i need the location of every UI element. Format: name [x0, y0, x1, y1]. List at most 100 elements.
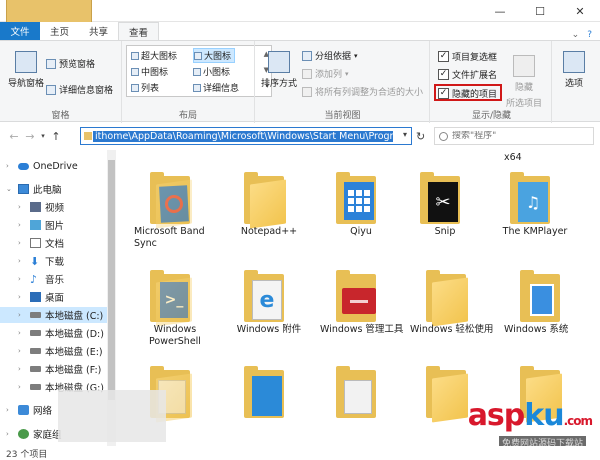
item-count: 23 个项目 [6, 449, 48, 460]
nav-item-music[interactable]: › ♪ 音乐 [18, 271, 64, 287]
address-path[interactable]: ithome\AppData\Roaming\Microsoft\Windows… [93, 130, 393, 142]
size-all-columns-button[interactable]: 将所有列调整为合适的大小 [302, 85, 423, 98]
back-arrow-icon[interactable]: ← [6, 130, 22, 143]
file-extensions-toggle[interactable]: ✓ 文件扩展名 [438, 68, 497, 81]
folder-icon: ✂ [420, 172, 468, 226]
address-bar[interactable]: ithome\AppData\Roaming\Microsoft\Windows… [80, 127, 412, 145]
nav-item-onedrive[interactable]: › OneDrive [6, 158, 78, 174]
item-checkboxes-label: 项目复选框 [452, 53, 498, 63]
layout-large[interactable]: 大图标 [193, 48, 236, 63]
chevron-right-icon[interactable]: › [6, 406, 14, 414]
group-by-button[interactable]: 分组依据 ▾ [302, 49, 358, 62]
title-bar: ▾ 程序 — ☐ ✕ [0, 0, 600, 61]
chevron-right-icon[interactable]: › [18, 221, 26, 229]
folder-item[interactable]: >_ Windows PowerShell [132, 254, 218, 354]
chevron-right-icon[interactable]: › [18, 275, 26, 283]
nav-pane-button[interactable]: 导航窗格 [6, 51, 46, 89]
layout-details[interactable]: 详细信息 [193, 81, 239, 94]
tab-share[interactable]: 共享 [79, 22, 118, 40]
folder-item[interactable]: ♫ The KMPlayer [492, 156, 578, 256]
maximize-button[interactable]: ☐ [520, 0, 560, 22]
chevron-right-icon[interactable]: › [18, 239, 26, 247]
sort-icon [268, 51, 290, 73]
nav-item-drive-c[interactable]: › 本地磁盘 (C:) [0, 307, 107, 323]
nav-item-drive-e[interactable]: › 本地磁盘 (E:) [18, 343, 103, 359]
folder-item[interactable]: Microsoft Band Sync [132, 156, 218, 256]
search-input[interactable] [452, 131, 592, 141]
tab-file[interactable]: 文件 [0, 22, 40, 40]
checkbox-checked-icon: ✓ [438, 51, 449, 62]
layout-medium[interactable]: 中图标 [131, 65, 168, 78]
folder-item[interactable]: Windows 管理工具 [318, 254, 404, 354]
recent-locations-icon[interactable]: ▾ [38, 132, 48, 140]
scrollbar-thumb[interactable] [108, 160, 115, 400]
chevron-down-icon[interactable]: ⌄ [6, 185, 14, 193]
folder-icon [336, 270, 384, 324]
folder-item[interactable] [226, 350, 312, 446]
chevron-right-icon[interactable]: › [6, 162, 14, 170]
folder-name: Snip [434, 226, 456, 237]
folder-item[interactable]: Qiyu [318, 156, 404, 256]
layout-extra-large[interactable]: 超大图标 [131, 49, 177, 62]
video-icon [30, 202, 41, 212]
tab-view[interactable]: 查看 [118, 22, 160, 40]
layout-small[interactable]: 小图标 [193, 65, 230, 78]
chevron-right-icon[interactable]: › [18, 347, 26, 355]
options-button[interactable]: 选项 [554, 51, 594, 89]
add-columns-icon [302, 68, 312, 79]
nav-item-drive-f[interactable]: › 本地磁盘 (F:) [18, 361, 101, 377]
folder-icon [244, 366, 292, 420]
folder-icon: ♫ [510, 172, 558, 226]
help-icon[interactable]: ? [587, 30, 592, 40]
forward-arrow-icon[interactable]: → [22, 130, 38, 143]
preview-pane-button[interactable]: 预览窗格 [46, 57, 95, 70]
folder-item[interactable]: Notepad++ [226, 156, 312, 256]
folder-icon [84, 132, 92, 140]
minimize-button[interactable]: — [480, 0, 520, 22]
folder-name: Notepad++ [240, 226, 298, 237]
close-button[interactable]: ✕ [560, 0, 600, 22]
current-view-group: 排序方式 分组依据 ▾ 添加列 ▾ 将所有列调整为合适的大小 当前视图 [256, 41, 430, 123]
refresh-icon[interactable]: ↻ [416, 130, 425, 143]
computer-icon [18, 184, 29, 194]
nav-item-network[interactable]: › 网络 [6, 402, 52, 418]
chevron-right-icon[interactable]: › [18, 365, 26, 373]
nav-item-homegroup[interactable]: › 家庭组 [6, 426, 62, 442]
drive-icon [30, 384, 41, 390]
hide-selected-button[interactable]: 隐藏 所选项目 [504, 55, 544, 109]
nav-item-drive-d[interactable]: › 本地磁盘 (D:) [18, 325, 104, 341]
folder-item[interactable]: e Windows 附件 [226, 254, 312, 354]
tab-home[interactable]: 主页 [40, 22, 79, 40]
chevron-down-icon[interactable]: ▾ [403, 130, 407, 139]
expand-ribbon-icon[interactable]: ⌄ [572, 30, 580, 40]
panes-group: 导航窗格 预览窗格 详细信息窗格 窗格 [0, 41, 122, 123]
chevron-right-icon[interactable]: › [18, 311, 26, 319]
nav-item-desktop[interactable]: › 桌面 [18, 289, 64, 305]
chevron-right-icon[interactable]: › [18, 329, 26, 337]
nav-item-videos[interactable]: › 视频 [18, 199, 64, 215]
folder-item[interactable]: Windows 系统 [502, 254, 588, 354]
highlight-box [434, 84, 502, 101]
nav-label: 本地磁盘 (D:) [45, 329, 104, 340]
folder-item[interactable] [318, 350, 404, 446]
search-box[interactable] [434, 127, 594, 145]
item-checkboxes-toggle[interactable]: ✓ 项目复选框 [438, 50, 497, 63]
nav-item-downloads[interactable]: › ⬇ 下载 [18, 253, 64, 269]
nav-item-this-pc[interactable]: ⌄ 此电脑 [6, 181, 62, 197]
nav-item-documents[interactable]: › 文档 [18, 235, 64, 251]
nav-item-pictures[interactable]: › 图片 [18, 217, 64, 233]
chevron-right-icon[interactable]: › [18, 257, 26, 265]
up-arrow-icon[interactable]: ↑ [48, 130, 64, 143]
chevron-right-icon[interactable]: › [18, 293, 26, 301]
folder-item[interactable]: Windows 轻松使用 [408, 254, 494, 354]
sort-by-button[interactable]: 排序方式 [260, 51, 298, 89]
details-pane-button[interactable]: 详细信息窗格 [46, 83, 113, 96]
add-columns-button[interactable]: 添加列 ▾ [302, 67, 349, 80]
drive-icon [30, 330, 41, 336]
folder-item[interactable]: ✂ Snip [402, 156, 488, 256]
chevron-right-icon[interactable]: › [6, 430, 14, 438]
chevron-right-icon[interactable]: › [18, 203, 26, 211]
chevron-right-icon[interactable]: › [18, 383, 26, 391]
layout-list[interactable]: 列表 [131, 81, 159, 94]
tablet-icon [530, 284, 554, 316]
